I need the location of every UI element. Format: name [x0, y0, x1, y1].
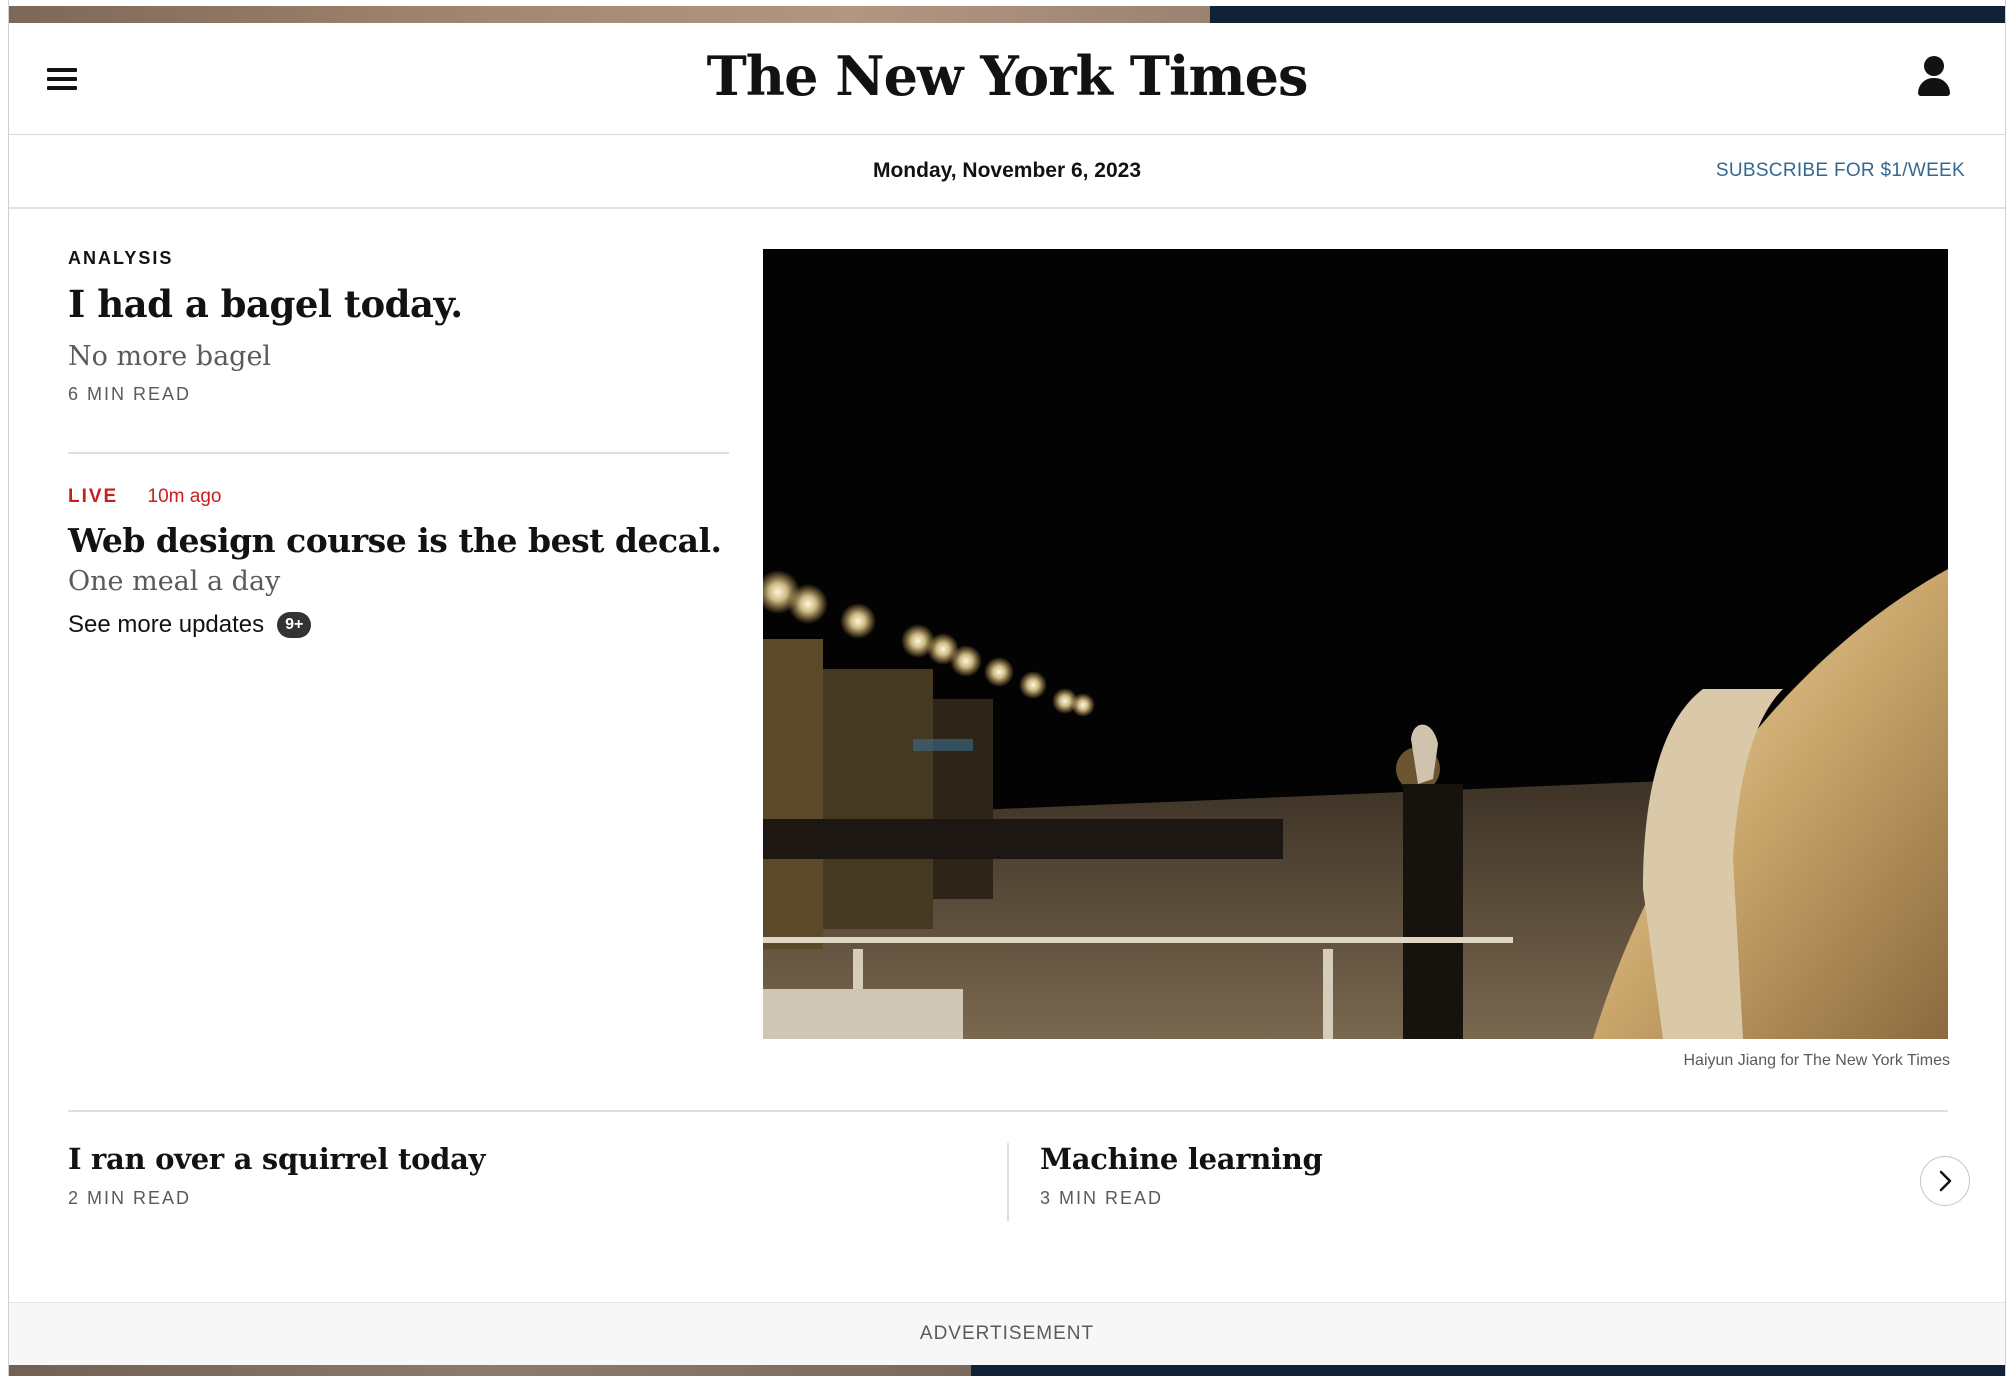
subscribe-link[interactable]: SUBSCRIBE FOR $1/WEEK [1716, 160, 1965, 182]
live-time-ago: 10m ago [147, 486, 222, 507]
secondary-read-time-1: 2 MIN READ [68, 1188, 192, 1208]
section-divider [68, 1110, 1948, 1112]
story-separator [1007, 1143, 1009, 1221]
secondary-story-2: Machine learning 3 MIN READ [1040, 1142, 1840, 1209]
lead-read-time: 6 MIN READ [68, 384, 192, 404]
lead-summary[interactable]: No more bagel [68, 341, 728, 372]
window-left-edge [0, 0, 9, 1376]
top-ad-strip [0, 0, 2012, 26]
live-summary[interactable]: One meal a day [68, 566, 728, 597]
bottom-ad-strip [9, 1365, 2005, 1376]
chevron-right-icon [1939, 1170, 1952, 1192]
top-banner-dark [1210, 6, 2012, 23]
story-divider [68, 452, 729, 454]
secondary-headline-1[interactable]: I ran over a squirrel today [68, 1142, 968, 1176]
date-bar: Monday, November 6, 2023 SUBSCRIBE FOR $… [9, 135, 2005, 209]
window-right-edge [2005, 0, 2012, 1376]
lead-headline[interactable]: I had a bagel today. [68, 281, 728, 327]
masthead: The New York Times [9, 26, 2005, 135]
carousel-next-button[interactable] [1920, 1156, 1970, 1206]
bottom-ad-dark [971, 1365, 2005, 1376]
secondary-story-1: I ran over a squirrel today 2 MIN READ [68, 1142, 968, 1209]
nyt-logo[interactable]: The New York Times [9, 44, 2005, 108]
current-date: Monday, November 6, 2023 [872, 159, 1142, 182]
lead-photo[interactable] [763, 249, 1948, 1039]
see-more-updates-link[interactable]: See more updates 9+ [68, 611, 728, 639]
story-kicker: ANALYSIS [68, 248, 174, 268]
live-headline[interactable]: Web design course is the best decal. [68, 520, 728, 562]
live-story: LIVE 10m ago Web design course is the be… [68, 486, 728, 639]
bottom-ad-image[interactable] [9, 1365, 971, 1376]
secondary-read-time-2: 3 MIN READ [1040, 1188, 1164, 1208]
secondary-headline-2[interactable]: Machine learning [1040, 1142, 1840, 1176]
advertisement-label: ADVERTISEMENT [919, 1323, 1095, 1344]
advertisement-bar: ADVERTISEMENT [9, 1302, 2005, 1365]
live-label: LIVE [68, 486, 119, 507]
top-banner-image [9, 6, 1210, 23]
account-icon[interactable] [1917, 56, 1951, 98]
lead-story: ANALYSIS I had a bagel today. No more ba… [68, 248, 728, 405]
see-more-updates-label: See more updates [68, 611, 265, 638]
photo-credit: Haiyun Jiang for The New York Times [1683, 1052, 1951, 1069]
updates-count-badge: 9+ [277, 612, 312, 638]
